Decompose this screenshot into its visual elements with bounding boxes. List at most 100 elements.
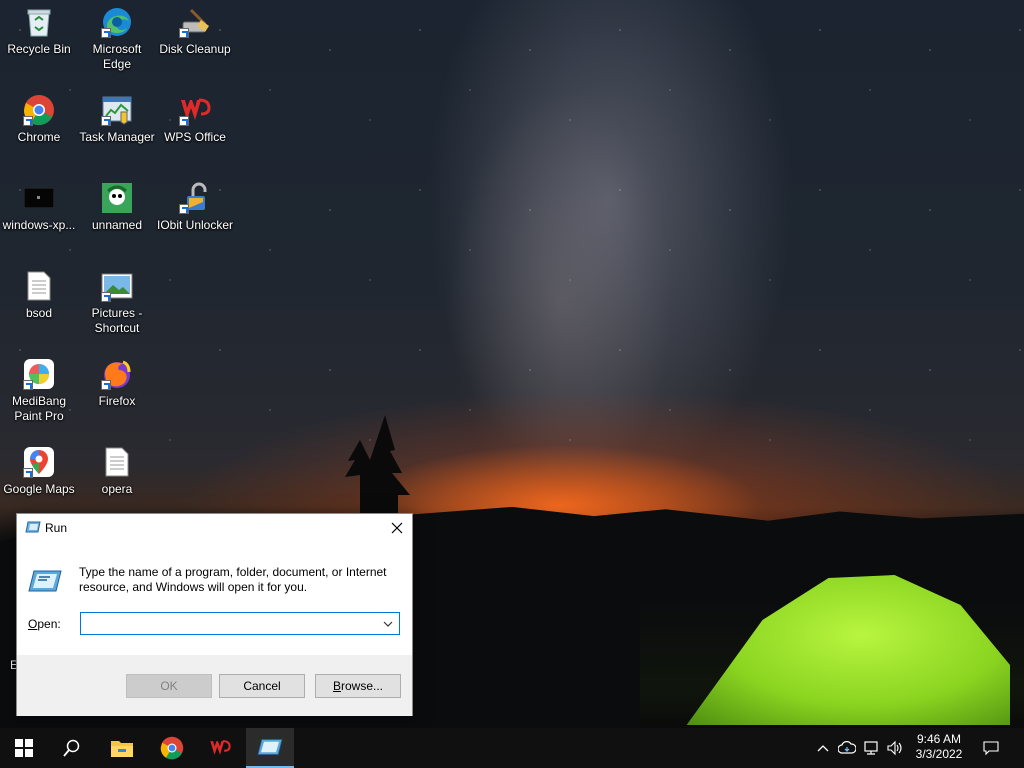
taskbar-wps-office[interactable] (196, 728, 244, 768)
desktop-icon-pictures-shortcut[interactable]: Pictures - Shortcut (78, 264, 156, 346)
desktop-icon-medibang[interactable]: MediBang Paint Pro (0, 352, 78, 434)
desktop-icon-microsoft-edge[interactable]: Microsoft Edge (78, 0, 156, 82)
desktop-icon-firefox[interactable]: Firefox (78, 352, 156, 434)
medibang-icon (23, 358, 55, 390)
desktop-icon-bsod[interactable]: bsod (0, 264, 78, 346)
wps-office-icon (210, 740, 231, 755)
disk-cleanup-icon (179, 6, 211, 38)
shortcut-arrow-icon (23, 468, 33, 478)
google-maps-icon (23, 446, 55, 478)
run-icon (25, 521, 41, 533)
desktop-icon-label: opera (101, 482, 133, 496)
padlock-icon (179, 182, 211, 214)
run-title: Run (45, 521, 68, 535)
taskbar-file-explorer[interactable] (98, 728, 146, 768)
run-dialog: Run Type the name of a program, folder, … (16, 513, 413, 716)
desktop-icon-label: windows-xp... (2, 218, 76, 232)
shortcut-arrow-icon (101, 116, 111, 126)
desktop-icon-label: Pictures - Shortcut (91, 306, 143, 335)
clock-time: 9:46 AM (916, 732, 962, 746)
folder-icon (111, 741, 133, 757)
run-icon (257, 739, 283, 755)
desktop-icon-label: Google Maps (3, 482, 75, 496)
shortcut-arrow-icon (101, 380, 111, 390)
run-program-icon (28, 569, 62, 593)
search-icon (63, 739, 80, 757)
desktop-icon-label: WPS Office (164, 130, 226, 144)
image-file-icon (23, 182, 55, 214)
chrome-icon (160, 736, 184, 760)
desktop-icon-iobit-unlocker[interactable]: IObit Unlocker (156, 176, 234, 258)
chrome-icon (23, 94, 55, 126)
desktop-icon-unnamed[interactable]: unnamed (78, 176, 156, 258)
recycle-bin-icon (23, 6, 55, 38)
close-icon (391, 522, 403, 534)
shortcut-arrow-icon (101, 292, 111, 302)
desktop-icon-label: Firefox (98, 394, 136, 408)
desktop-icon-label: Recycle Bin (7, 42, 71, 56)
open-input[interactable] (81, 613, 376, 634)
close-button[interactable] (382, 514, 412, 542)
desktop-icon-label: unnamed (91, 218, 143, 232)
desktop-icon-label: Microsoft Edge (92, 42, 142, 71)
taskbar: 9:46 AM 3/3/2022 (0, 728, 1024, 768)
desktop-icon-disk-cleanup[interactable]: Disk Cleanup (156, 0, 234, 82)
cloud-sync-icon (838, 741, 856, 754)
notification-icon (983, 741, 999, 756)
cancel-button[interactable]: Cancel (219, 674, 305, 698)
show-hidden-icons-button[interactable] (814, 728, 832, 768)
desktop-icon-chrome[interactable]: Chrome (0, 88, 78, 170)
shortcut-arrow-icon (101, 28, 111, 38)
desktop-icon-label: Disk Cleanup (159, 42, 231, 56)
open-label-accesskey: O (28, 617, 38, 631)
desktop-icon-google-maps[interactable]: Google Maps (0, 440, 78, 522)
shortcut-arrow-icon (179, 116, 189, 126)
shortcut-arrow-icon (179, 28, 189, 38)
network-tray[interactable] (860, 728, 882, 768)
browse-accesskey: B (332, 679, 341, 693)
shortcut-arrow-icon (23, 116, 33, 126)
firefox-icon (101, 358, 133, 390)
search-button[interactable] (48, 728, 96, 768)
chevron-down-icon[interactable] (379, 614, 397, 633)
browse-button[interactable]: Browse... (315, 674, 401, 698)
desktop-icon-label: bsod (25, 306, 53, 320)
taskbar-run[interactable] (246, 728, 294, 768)
shortcut-arrow-icon (23, 380, 33, 390)
desktop-icon-windows-xp[interactable]: windows-xp... (0, 176, 78, 258)
action-center-button[interactable] (978, 728, 1004, 768)
open-label: Open: (28, 617, 61, 631)
desktop-icon-label: MediBang Paint Pro (11, 394, 67, 423)
open-combobox[interactable] (80, 612, 400, 635)
open-label-text: pen: (37, 617, 61, 631)
run-description: Type the name of a program, folder, docu… (79, 565, 387, 594)
desktop-icon-wps-office[interactable]: WPS Office (156, 88, 234, 170)
wps-office-icon (179, 94, 211, 126)
desktop-icon-task-manager[interactable]: Task Manager (78, 88, 156, 170)
network-icon (864, 741, 878, 755)
shortcut-arrow-icon (179, 204, 189, 214)
run-title-bar[interactable]: Run (17, 514, 412, 542)
edge-icon (101, 6, 133, 38)
clock-date: 3/3/2022 (915, 747, 963, 761)
desktop-icon-label: IObit Unlocker (156, 218, 234, 232)
browse-text: rowse... (341, 679, 384, 693)
desktop-icon-opera[interactable]: opera (78, 440, 156, 522)
windows-logo-icon (15, 739, 33, 757)
onedrive-tray[interactable] (836, 728, 858, 768)
run-button-bar: OK Cancel Browse... (17, 655, 412, 716)
image-file-icon (101, 182, 133, 214)
system-clock[interactable]: 9:46 AM 3/3/2022 (908, 732, 970, 764)
taskbar-chrome[interactable] (148, 728, 196, 768)
chevron-up-icon (817, 745, 829, 752)
volume-tray[interactable] (884, 728, 906, 768)
text-file-icon (101, 446, 133, 478)
desktop-icon-label: Chrome (17, 130, 61, 144)
text-file-icon (23, 270, 55, 302)
ok-button[interactable]: OK (126, 674, 212, 698)
speaker-icon (887, 740, 902, 756)
desktop-icon-recycle-bin[interactable]: Recycle Bin (0, 0, 78, 82)
desktop-icon-label: Task Manager (79, 130, 155, 144)
start-button[interactable] (0, 728, 48, 768)
pictures-folder-icon (101, 270, 133, 302)
